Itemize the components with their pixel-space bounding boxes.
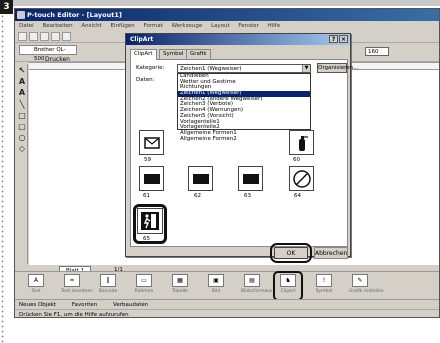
open-icon[interactable] [29, 32, 38, 41]
tool-barcode[interactable]: ‖ Barcode [97, 274, 119, 300]
line-icon[interactable]: ╲ [17, 100, 27, 109]
arrow-sign-icon [192, 173, 209, 184]
menubar: Datei Bearbeiten Ansicht Einfügen Format… [15, 21, 439, 31]
text-icon: A [28, 274, 44, 287]
tool-image[interactable]: ▣ Bild [205, 274, 227, 300]
image-icon: ▣ [208, 274, 224, 287]
printer-select[interactable]: Brother QL-500 [19, 45, 77, 62]
vertical-text-icon[interactable]: A [17, 88, 27, 97]
tab-symbol[interactable]: Symbol [159, 49, 188, 59]
app-screenshot: P-touch Editor - [Layout1] Datei Bearbei… [14, 8, 440, 318]
menu-layout[interactable]: Layout [211, 23, 230, 29]
clipart-tile[interactable] [289, 166, 314, 191]
menu-einfuegen[interactable]: Einfügen [110, 23, 134, 29]
tool-frame[interactable]: ▭ Rahmen [133, 274, 155, 300]
clipart-dialog: ClipArt ? × ClipArt Symbol Grafik Katego… [125, 33, 358, 263]
tab-grafik[interactable]: Grafik [186, 49, 211, 59]
save-icon[interactable] [40, 32, 49, 41]
menu-werkzeuge[interactable]: Werkzeuge [172, 23, 203, 29]
create-graphic-icon: ✎ [352, 274, 368, 287]
tool-text[interactable]: A Text [25, 274, 47, 300]
kategorie-label: Kategorie: [136, 65, 165, 71]
clipart-tile[interactable] [139, 166, 164, 191]
selection-highlight [133, 204, 167, 244]
dialog-title: ClipArt [130, 36, 154, 43]
no-entry-sign-icon [292, 169, 311, 188]
symbol-icon: ! [316, 274, 332, 287]
kategorie-select[interactable]: Zeichen1 (Wegweiser) ▼ [177, 64, 311, 73]
tile-number: 64 [294, 193, 301, 199]
close-icon[interactable]: × [339, 35, 348, 43]
menu-ansicht[interactable]: Ansicht [81, 23, 101, 29]
clipart-tile[interactable] [238, 166, 263, 191]
kategorie-dropdown: Landleben Wetter und Gestirne Richtungen Ze… [177, 73, 311, 141]
text-tool-icon[interactable]: A [17, 77, 27, 86]
dropdown-option[interactable]: Allgemeine Formen2 [178, 136, 310, 143]
window-titlebar: P-touch Editor - [Layout1] [15, 9, 439, 21]
draw-tools: ↖ A A ╲ □ ▢ ○ ◇ [16, 64, 28, 264]
chevron-down-icon[interactable]: ▼ [302, 65, 310, 72]
window-title: P-touch Editor - [Layout1] [27, 11, 122, 19]
cancel-button[interactable]: Abbrechen [314, 247, 348, 259]
object-bar: A Text ≈ Text anordnen ‖ Barcode ▭ Rahmen ▦ T… [15, 271, 439, 301]
menu-format[interactable]: Format [144, 23, 163, 29]
help-icon[interactable]: ? [329, 35, 338, 43]
app-icon [17, 11, 25, 19]
clipart-tile[interactable] [139, 130, 164, 155]
tile-number: 60 [293, 157, 300, 163]
organize-button[interactable]: Organisieren... [317, 63, 358, 73]
menu-datei[interactable]: Datei [19, 23, 34, 29]
rect-icon[interactable]: □ [17, 111, 27, 120]
tile-number: 59 [144, 157, 151, 163]
object-status-row: Neues Objekt Favoriten Verbaudaten [15, 299, 439, 309]
new-icon[interactable] [18, 32, 27, 41]
dialog-titlebar: ClipArt ? × [126, 34, 350, 45]
database-label[interactable]: Verbaudaten [113, 302, 148, 308]
clipart-tile[interactable] [188, 166, 213, 191]
section-bar [4, 0, 440, 6]
new-object-label[interactable]: Neues Objekt [19, 302, 56, 308]
rounded-rect-icon[interactable]: ▢ [17, 122, 27, 131]
ellipse-icon[interactable]: ○ [17, 133, 27, 142]
tool-symbol[interactable]: ! Symbol [313, 274, 335, 300]
tab-clipart[interactable]: ClipArt [130, 49, 157, 60]
pointer-icon[interactable]: ↖ [17, 66, 27, 75]
preview-icon[interactable] [62, 32, 71, 41]
clipart-highlight [273, 271, 303, 301]
dotted-margin [0, 14, 5, 343]
clipart-panel: Kategorie: Zeichen1 (Wegweiser) ▼ Organi… [130, 59, 358, 247]
barcode-icon: ‖ [100, 274, 116, 287]
polygon-icon[interactable]: ◇ [17, 144, 27, 153]
print-icon[interactable] [51, 32, 60, 41]
daten-label: Daten: [136, 77, 155, 83]
ok-highlight [270, 243, 312, 263]
arrow-sign-icon [143, 173, 160, 184]
tile-number: 62 [194, 193, 201, 199]
menu-fenster[interactable]: Fenster [238, 23, 258, 29]
screenshot-icon: ▤ [244, 274, 260, 287]
menu-hilfe[interactable]: Hilfe [268, 23, 281, 29]
manual-page: 3 P-touch Editor - [Layout1] Datei Bearb… [0, 0, 440, 343]
mailbox-icon [143, 136, 160, 149]
table-icon: ▦ [172, 274, 188, 287]
menu-bearbeiten[interactable]: Bearbeiten [42, 23, 72, 29]
tool-arrange-text[interactable]: ≈ Text anordnen [61, 274, 93, 300]
step-number: 3 [0, 0, 13, 14]
frame-icon: ▭ [136, 274, 152, 287]
arrange-text-icon: ≈ [64, 274, 80, 287]
kategorie-value: Zeichen1 (Wegweiser) [180, 66, 242, 72]
zoom-select[interactable]: 160 [365, 47, 389, 56]
arrow-sign-icon [242, 173, 259, 184]
tool-table[interactable]: ▦ Tabelle [169, 274, 191, 300]
favorites-label[interactable]: Favoriten [72, 302, 97, 308]
tile-number: 61 [143, 193, 150, 199]
status-help: Drücken Sie F1, um die Hilfe aufzurufen [15, 309, 439, 317]
tile-number: 63 [244, 193, 251, 199]
tool-create-graphic[interactable]: ✎ Grafik erstellen [349, 274, 384, 300]
tool-screenshot[interactable]: ▤ Bildschirmaus... [241, 274, 277, 300]
